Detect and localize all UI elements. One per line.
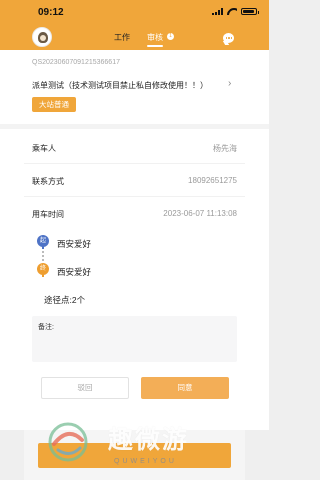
- passenger-label: 乘车人: [32, 144, 56, 153]
- time-value: 2023-06-07 11:13:08: [163, 209, 237, 218]
- avatar[interactable]: [32, 27, 52, 47]
- contact-value[interactable]: 18092651275: [188, 176, 237, 185]
- end-marker-icon: 终: [37, 263, 49, 277]
- order-title[interactable]: 派单测试（技术测试项目禁止私自修改使用！！）: [32, 80, 208, 91]
- message-icon[interactable]: [223, 33, 234, 43]
- app-screen: 09:12 工作 审核 1 QS20230607091215366617 派单测…: [0, 0, 269, 480]
- watermark-text: 趣微游: [108, 425, 190, 454]
- row-divider: [24, 163, 245, 164]
- section-divider: [0, 124, 269, 129]
- route-line: [42, 251, 44, 261]
- battery-icon: [241, 8, 259, 15]
- order-number: QS20230607091215366617: [32, 59, 120, 66]
- approve-button[interactable]: 同意: [141, 377, 229, 399]
- top-header: 09:12 工作 审核 1: [0, 0, 269, 50]
- row-divider: [24, 196, 245, 197]
- passenger-value: 杨先海: [213, 144, 237, 153]
- watermark-logo-icon: [48, 422, 88, 462]
- station-badge: 大站普通: [32, 97, 76, 112]
- review-count-badge: 1: [167, 33, 174, 40]
- reject-button[interactable]: 驳回: [41, 377, 129, 399]
- remark-label: 备注:: [38, 324, 54, 331]
- watermark-subtext: QUWEIYOU: [114, 458, 177, 465]
- status-icons: [212, 8, 259, 15]
- tab-review[interactable]: 审核: [147, 32, 163, 43]
- time-label: 用车时间: [32, 210, 64, 219]
- active-tab-indicator: [147, 45, 163, 47]
- status-bar: 09:12: [0, 0, 269, 22]
- waypoint-count[interactable]: 途径点:2个: [44, 294, 85, 306]
- signal-icon: [212, 8, 223, 15]
- start-marker-icon: 起: [37, 235, 49, 249]
- contact-label: 联系方式: [32, 177, 64, 186]
- wifi-icon: [227, 8, 237, 15]
- status-time: 09:12: [38, 7, 64, 18]
- start-place: 西安爱好: [57, 239, 92, 249]
- tab-work[interactable]: 工作: [114, 32, 130, 43]
- remark-field[interactable]: [32, 316, 237, 362]
- end-place: 西安爱好: [57, 267, 92, 277]
- chevron-right-icon[interactable]: ›: [228, 79, 238, 89]
